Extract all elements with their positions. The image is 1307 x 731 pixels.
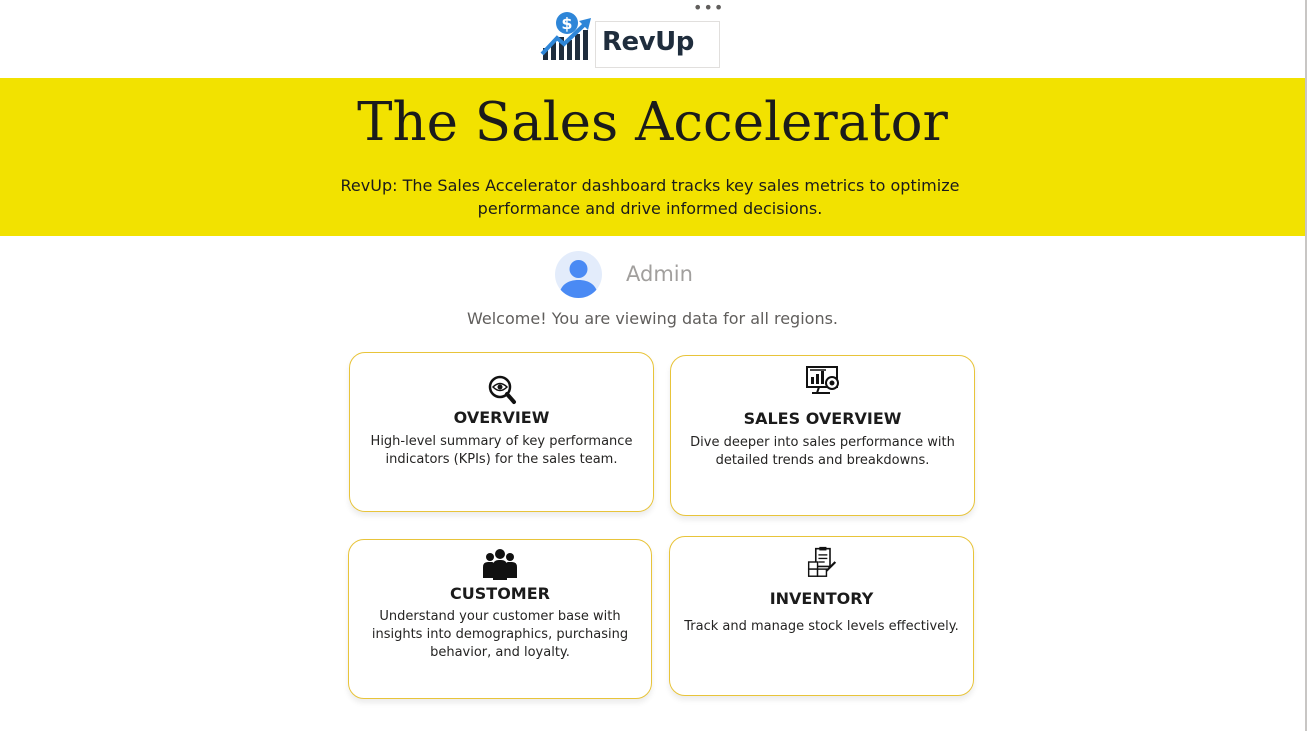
people-group-icon bbox=[483, 549, 517, 580]
brand-name: RevUp bbox=[602, 27, 694, 57]
inventory-card-description: Track and manage stock levels effectivel… bbox=[684, 619, 959, 634]
welcome-message: Welcome! You are viewing data for all re… bbox=[467, 309, 838, 328]
title-banner: The Sales Accelerator RevUp: The Sales A… bbox=[0, 78, 1305, 236]
magnifier-eye-icon bbox=[488, 375, 516, 404]
logo-wordmark-box: RevUp bbox=[595, 21, 720, 68]
page-description: RevUp: The Sales Accelerator dashboard t… bbox=[340, 176, 960, 218]
clipboard-boxes-icon bbox=[807, 546, 836, 577]
customer-card-title: CUSTOMER bbox=[450, 584, 550, 603]
svg-text:$: $ bbox=[561, 14, 572, 33]
overview-card-description: High-level summary of key performance in… bbox=[370, 434, 633, 467]
monitor-analytics-icon bbox=[805, 366, 839, 394]
overview-card[interactable]: OVERVIEW High-level summary of key perfo… bbox=[349, 352, 654, 512]
avatar bbox=[555, 251, 602, 298]
dollar-growth-chart-icon: $ bbox=[540, 12, 591, 60]
customer-card-description: Understand your customer base with insig… bbox=[371, 609, 629, 660]
sales-overview-card-description: Dive deeper into sales performance with … bbox=[690, 435, 955, 468]
user-icon bbox=[559, 260, 598, 298]
inventory-card[interactable]: INVENTORY Track and manage stock levels … bbox=[669, 536, 974, 696]
inventory-card-title: INVENTORY bbox=[769, 589, 874, 608]
overview-card-title: OVERVIEW bbox=[453, 408, 550, 427]
brand-logo: $ RevUp bbox=[539, 10, 721, 68]
user-name: Admin bbox=[626, 262, 693, 286]
page-title: The Sales Accelerator bbox=[357, 92, 948, 153]
sales-overview-card[interactable]: SALES OVERVIEW Dive deeper into sales pe… bbox=[670, 355, 975, 516]
sales-overview-card-title: SALES OVERVIEW bbox=[743, 409, 902, 428]
customer-card[interactable]: CUSTOMER Understand your customer base w… bbox=[348, 539, 652, 699]
